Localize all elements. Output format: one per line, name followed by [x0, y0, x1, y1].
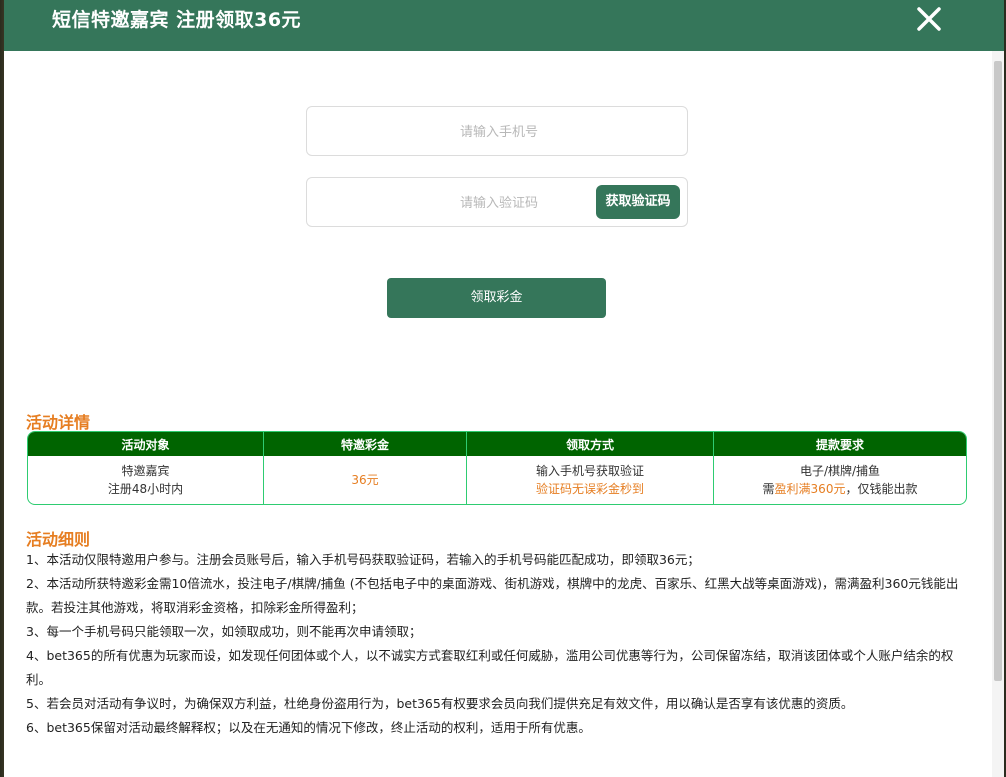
rules-title: 活动细则	[26, 530, 91, 549]
table-row: 特邀嘉宾 注册48小时内 36元 输入手机号获取验证 验证码无误彩金秒到 电子/…	[28, 456, 966, 504]
cell-line: 特邀嘉宾	[121, 464, 170, 478]
scrollbar[interactable]	[992, 51, 1004, 777]
rules-list: 1、本活动仅限特邀用户参与。注册会员账号后，输入手机号码获取验证码，若输入的手机…	[26, 548, 966, 740]
close-button[interactable]	[912, 2, 946, 36]
phone-field	[306, 106, 691, 157]
rule-item: 4、bet365的所有优惠为玩家而设，如发现任何团体或个人，以不诚实方式套取红利…	[26, 648, 954, 687]
modal-header: 短信特邀嘉宾 注册领取36元	[4, 0, 1004, 51]
table-header-cell: 领取方式	[466, 432, 714, 456]
cell-line: 电子/棋牌/捕鱼	[799, 464, 881, 478]
cell-text: 需	[762, 482, 775, 496]
claim-bonus-button[interactable]: 领取彩金	[387, 278, 606, 318]
details-title: 活动详情	[26, 413, 91, 432]
cell-line: 输入手机号获取验证	[535, 464, 644, 478]
cell-highlight: 盈利满360元	[774, 482, 846, 496]
get-code-button[interactable]: 获取验证码	[596, 185, 680, 219]
rule-item: 3、每一个手机号码只能领取一次，如领取成功，则不能再次申请领取；	[26, 624, 422, 639]
rule-item: 1、本活动仅限特邀用户参与。注册会员账号后，输入手机号码获取验证码，若输入的手机…	[26, 552, 700, 567]
table-cell-withdraw: 电子/棋牌/捕鱼 需盈利满360元，仅钱能出款	[714, 456, 967, 504]
phone-input[interactable]	[307, 107, 691, 157]
table-header-cell: 活动对象	[28, 432, 264, 456]
table-header-cell: 提款要求	[713, 432, 966, 456]
table-header-row: 活动对象 特邀彩金 领取方式 提款要求	[28, 432, 966, 456]
details-table: 活动对象 特邀彩金 领取方式 提款要求 特邀嘉宾 注册48小时内 36元 输入手…	[27, 431, 967, 505]
table-header-cell: 特邀彩金	[263, 432, 467, 456]
cell-line: 验证码无误彩金秒到	[535, 482, 644, 496]
cell-line: 需盈利满360元，仅钱能出款	[714, 480, 966, 498]
table-cell-method: 输入手机号获取验证 验证码无误彩金秒到	[466, 456, 714, 504]
table-cell-target: 特邀嘉宾 注册48小时内	[28, 456, 264, 504]
promo-modal: 短信特邀嘉宾 注册领取36元 获取验证码 领取彩金 活动详情 活动对象 特邀彩金…	[4, 0, 1004, 777]
scrollbar-thumb[interactable]	[994, 61, 1002, 681]
rule-item: 6、bet365保留对活动最终解释权；以及在无通知的情况下修改，终止活动的权利，…	[26, 720, 591, 735]
table-cell-bonus: 36元	[263, 456, 467, 504]
close-icon	[917, 7, 941, 31]
rule-item: 5、若会员对活动有争议时，为确保双方利益，杜绝身份盗用行为，bet365有权要求…	[26, 696, 854, 711]
rule-item: 2、本活动所获特邀彩金需10倍流水，投注电子/棋牌/捕鱼 (不包括电子中的桌面游…	[26, 576, 959, 615]
cell-text: ，仅钱能出款	[845, 482, 918, 496]
code-field: 获取验证码	[306, 177, 691, 228]
cell-line: 注册48小时内	[107, 482, 184, 496]
modal-title: 短信特邀嘉宾 注册领取36元	[52, 9, 302, 31]
